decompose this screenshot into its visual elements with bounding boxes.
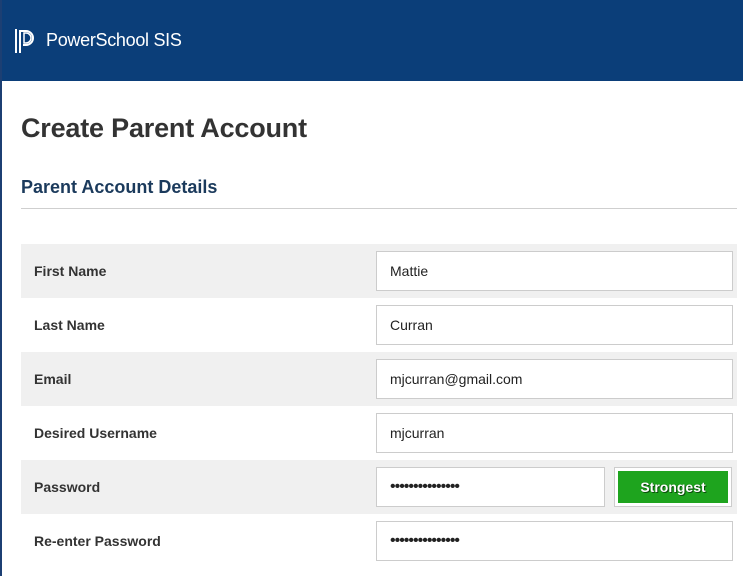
password-strength-meter: Strongest	[614, 467, 732, 507]
powerschool-logo-icon[interactable]	[14, 26, 40, 56]
main-content: Create Parent Account Parent Account Det…	[2, 113, 743, 568]
reenter-password-input[interactable]: •••••••••••••••	[376, 521, 733, 561]
password-row: Password ••••••••••••••• Strongest	[21, 460, 737, 514]
parent-account-form: First Name Mattie Last Name Curran Email…	[21, 244, 737, 568]
username-label: Desired Username	[34, 425, 157, 441]
first-name-input[interactable]: Mattie	[376, 251, 733, 291]
email-label: Email	[34, 371, 72, 387]
first-name-label: First Name	[34, 263, 107, 279]
password-label: Password	[34, 479, 101, 495]
email-row: Email mjcurran@gmail.com	[21, 352, 737, 406]
app-brand-name[interactable]: PowerSchool SIS	[46, 30, 182, 51]
email-input[interactable]: mjcurran@gmail.com	[376, 359, 733, 399]
last-name-label: Last Name	[34, 317, 105, 333]
section-title: Parent Account Details	[21, 177, 737, 209]
top-navigation-bar: PowerSchool SIS	[2, 0, 743, 81]
browser-window: PowerSchool SIS Create Parent Account Pa…	[0, 0, 743, 576]
username-input[interactable]: mjcurran	[376, 413, 733, 453]
password-strength-label: Strongest	[618, 471, 728, 503]
page-title: Create Parent Account	[21, 113, 307, 143]
first-name-row: First Name Mattie	[21, 244, 737, 298]
password-input[interactable]: •••••••••••••••	[376, 467, 605, 507]
last-name-input[interactable]: Curran	[376, 305, 733, 345]
reenter-password-row: Re-enter Password •••••••••••••••	[21, 514, 737, 568]
last-name-row: Last Name Curran	[21, 298, 737, 352]
reenter-password-label: Re-enter Password	[34, 533, 161, 549]
username-row: Desired Username mjcurran	[21, 406, 737, 460]
